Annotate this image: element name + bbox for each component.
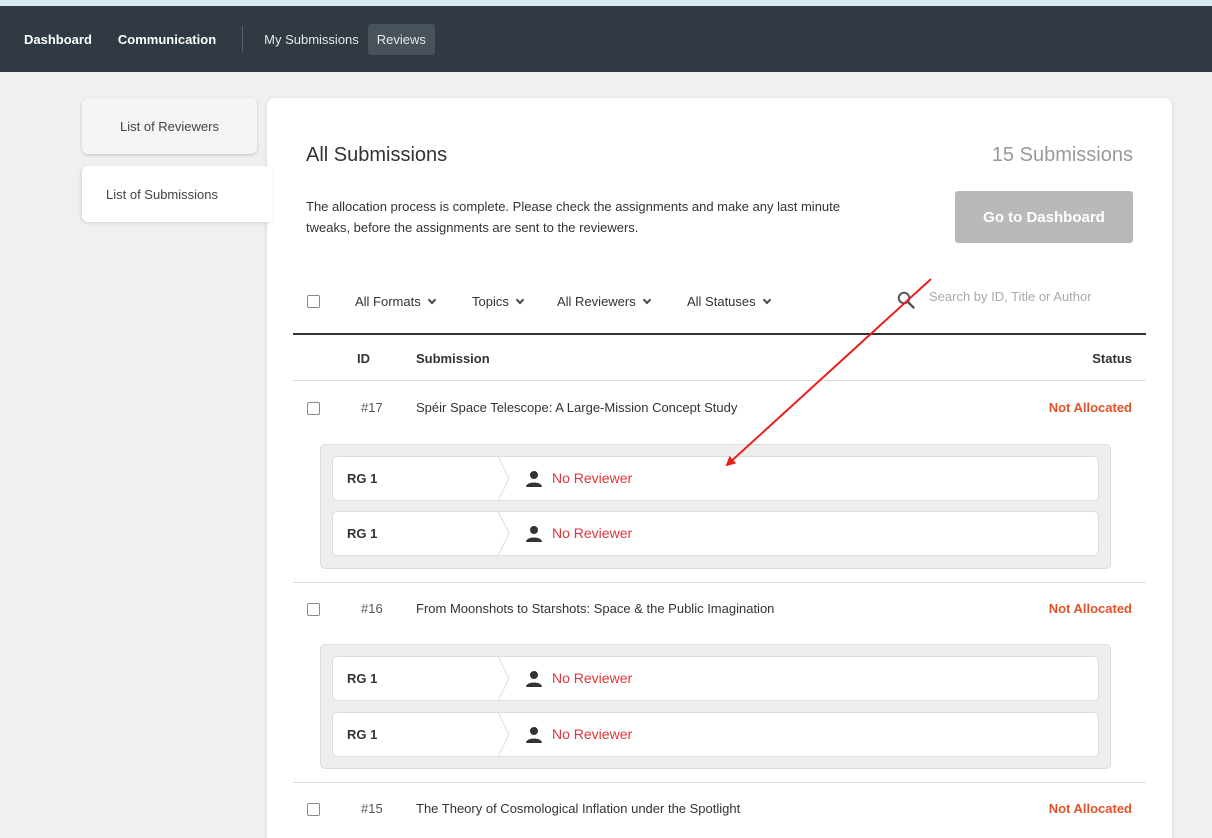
search-icon bbox=[897, 291, 915, 309]
column-status: Status bbox=[1092, 351, 1132, 366]
column-id: ID bbox=[357, 351, 370, 366]
table-row[interactable]: #16 From Moonshots to Starshots: Space &… bbox=[293, 583, 1146, 635]
person-icon bbox=[526, 471, 542, 487]
nav-dashboard[interactable]: Dashboard bbox=[24, 32, 92, 47]
statuses-filter[interactable]: All Statuses bbox=[687, 294, 771, 309]
nav-reviews[interactable]: Reviews bbox=[367, 23, 435, 55]
assignment-group: RG 1 No Reviewer RG 1 No Reviewer bbox=[320, 444, 1111, 569]
formats-filter[interactable]: All Formats bbox=[355, 294, 436, 309]
chevron-right-icon bbox=[497, 511, 510, 556]
nav-my-submissions[interactable]: My Submissions bbox=[255, 24, 368, 55]
sidebar-tab-reviewers[interactable]: List of Reviewers bbox=[82, 98, 257, 154]
review-group-label: RG 1 bbox=[347, 727, 378, 742]
row-title[interactable]: The Theory of Cosmological Inflation und… bbox=[416, 801, 740, 816]
search-input[interactable] bbox=[929, 289, 1139, 304]
row-header: #15 The Theory of Cosmological Inflation… bbox=[293, 783, 1146, 835]
table-row[interactable]: #15 The Theory of Cosmological Inflation… bbox=[293, 783, 1146, 835]
submission-count: 15 Submissions bbox=[991, 144, 1133, 166]
reviewer-name[interactable]: No Reviewer bbox=[552, 726, 632, 742]
row-title[interactable]: From Moonshots to Starshots: Space & the… bbox=[416, 601, 774, 616]
assignment-item[interactable]: RG 1 No Reviewer bbox=[332, 511, 1099, 556]
nav-divider bbox=[242, 26, 244, 52]
sidebar-tab-submissions[interactable]: List of Submissions bbox=[82, 166, 272, 222]
reviewer-name[interactable]: No Reviewer bbox=[552, 470, 632, 486]
select-all-checkbox[interactable] bbox=[307, 295, 320, 308]
formats-filter-label: All Formats bbox=[355, 294, 421, 309]
status-badge: Not Allocated bbox=[1048, 400, 1132, 415]
topics-filter[interactable]: Topics bbox=[472, 294, 525, 309]
row-id: #15 bbox=[361, 801, 383, 816]
assignment-item[interactable]: RG 1 No Reviewer bbox=[332, 456, 1099, 501]
filter-bar: All Formats Topics All Reviewers All Sta… bbox=[293, 288, 1146, 334]
reviewer-name[interactable]: No Reviewer bbox=[552, 670, 632, 686]
review-group-label: RG 1 bbox=[347, 471, 378, 486]
chevron-right-icon bbox=[497, 712, 510, 757]
chevron-down-icon bbox=[427, 295, 436, 304]
reviewers-filter-label: All Reviewers bbox=[557, 294, 636, 309]
statuses-filter-label: All Statuses bbox=[687, 294, 756, 309]
chevron-down-icon bbox=[762, 295, 771, 304]
row-id: #17 bbox=[361, 400, 383, 415]
topics-filter-label: Topics bbox=[472, 294, 509, 309]
row-title[interactable]: Spéir Space Telescope: A Large-Mission C… bbox=[416, 400, 737, 415]
status-badge: Not Allocated bbox=[1048, 601, 1132, 616]
table-header: ID Submission Status bbox=[293, 333, 1146, 381]
allocation-description: The allocation process is complete. Plea… bbox=[306, 199, 840, 235]
row-checkbox[interactable] bbox=[307, 803, 320, 816]
page-title: All Submissions bbox=[306, 144, 448, 166]
assignment-item[interactable]: RG 1 No Reviewer bbox=[332, 712, 1099, 757]
row-checkbox[interactable] bbox=[307, 402, 320, 415]
chevron-down-icon bbox=[642, 295, 651, 304]
review-group-label: RG 1 bbox=[347, 526, 378, 541]
reviewers-filter[interactable]: All Reviewers bbox=[557, 294, 651, 309]
chevron-right-icon bbox=[497, 656, 510, 701]
submissions-panel: All Submissions 15 Submissions The alloc… bbox=[267, 98, 1172, 838]
table-row[interactable]: #17 Spéir Space Telescope: A Large-Missi… bbox=[293, 382, 1146, 434]
column-submission: Submission bbox=[416, 351, 490, 366]
status-badge: Not Allocated bbox=[1048, 801, 1132, 816]
nav-communication[interactable]: Communication bbox=[118, 32, 216, 47]
row-header: #17 Spéir Space Telescope: A Large-Missi… bbox=[293, 382, 1146, 434]
row-checkbox[interactable] bbox=[307, 603, 320, 616]
go-to-dashboard-button[interactable]: Go to Dashboard bbox=[955, 191, 1133, 243]
chevron-down-icon bbox=[515, 295, 525, 304]
person-icon bbox=[526, 526, 542, 542]
row-header: #16 From Moonshots to Starshots: Space &… bbox=[293, 583, 1146, 635]
assignment-item[interactable]: RG 1 No Reviewer bbox=[332, 656, 1099, 701]
chevron-right-icon bbox=[497, 456, 510, 501]
assignment-group: RG 1 No Reviewer RG 1 No Reviewer bbox=[320, 644, 1111, 769]
person-icon bbox=[526, 671, 542, 687]
row-id: #16 bbox=[361, 601, 383, 616]
top-navbar: Dashboard Communication My Submissions R… bbox=[0, 6, 1212, 72]
person-icon bbox=[526, 727, 542, 743]
reviewer-name[interactable]: No Reviewer bbox=[552, 525, 632, 541]
review-group-label: RG 1 bbox=[347, 671, 378, 686]
